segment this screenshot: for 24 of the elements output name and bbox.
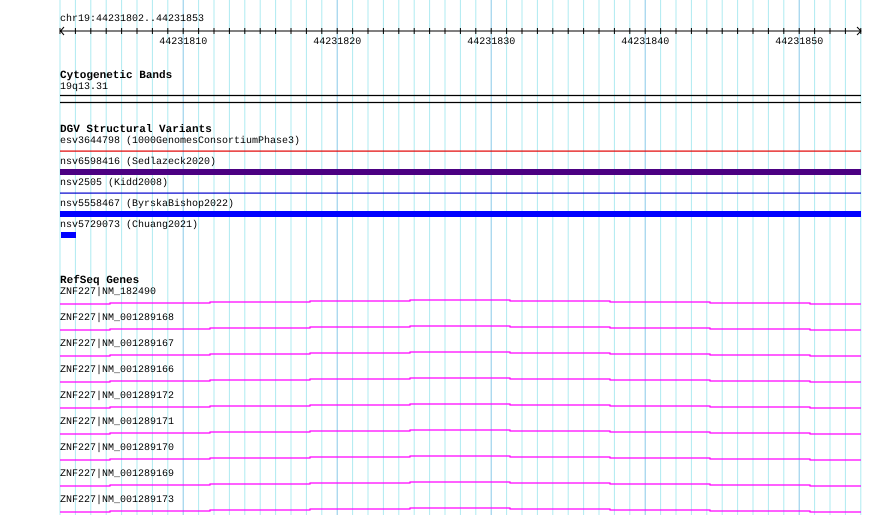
track-title: Cytogenetic Bands [60,70,174,82]
gene-label: ZNF227|NM_001289171 [60,418,176,428]
tick-label: 44231830 [467,37,516,48]
band-label: 19q13.31 [60,83,110,93]
track-title: RefSeq Genes [60,275,140,287]
gene-label: ZNF227|NM_001289166 [60,366,176,376]
gene-label: ZNF227|NM_001289169 [60,470,176,480]
position-label: chr19:44231802..44231853 [60,15,206,25]
tick-label: 44231840 [621,37,670,48]
feature-label: nsv5729073 (Chuang2021) [60,221,200,231]
gene-label: ZNF227|NM_001289168 [60,314,176,324]
gene-label: ZNF227|NM_001289172 [60,392,176,402]
tick-label: 44231810 [159,37,208,48]
feature-label: nsv6598416 (Sedlazeck2020) [60,158,218,168]
track-title: DGV Structural Variants [60,124,212,136]
tick-label: 44231820 [313,37,362,48]
feature-label: nsv5558467 (ByrskaBishop2022) [60,200,236,210]
gene-label: ZNF227|NM_182490 [60,288,158,298]
feature-label: nsv2505 (Kidd2008) [60,179,170,189]
gene-label: ZNF227|NM_001289170 [60,444,176,454]
feature-label: esv3644798 (1000GenomesConsortiumPhase3) [60,137,302,147]
gene-label: ZNF227|NM_001289167 [60,340,176,350]
tick-label: 44231850 [775,37,824,48]
gene-label: ZNF227|NM_001289173 [60,496,176,506]
